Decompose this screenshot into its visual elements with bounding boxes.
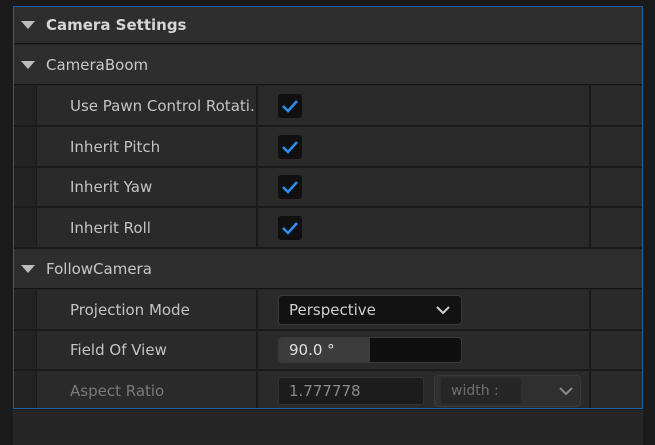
property-label: Inherit Roll: [70, 218, 151, 237]
section-title: FollowCamera: [46, 259, 152, 278]
property-row: Projection Mode Perspective: [14, 290, 642, 331]
inherit-pitch-checkbox[interactable]: [278, 134, 302, 159]
property-label: Field Of View: [70, 341, 167, 359]
use-pawn-control-rotation-checkbox[interactable]: [278, 93, 302, 118]
inherit-roll-checkbox[interactable]: [278, 215, 302, 240]
property-row: Use Pawn Control Rotati…: [14, 86, 642, 127]
checkmark-icon: [282, 99, 298, 113]
triangle-down-icon[interactable]: [21, 21, 35, 29]
checkmark-icon: [282, 221, 298, 235]
property-row: Inherit Yaw: [14, 168, 642, 208]
aspect-ratio-preset-dropdown[interactable]: width :: [434, 374, 581, 407]
dropdown-placeholder: width :: [441, 377, 521, 404]
property-row: Inherit Roll: [14, 208, 642, 249]
section-cameraboom[interactable]: CameraBoom: [14, 45, 642, 85]
field-of-view-value: 90.0 °: [289, 341, 335, 359]
chevron-down-icon: [436, 305, 450, 314]
details-panel: Camera Settings CameraBoom Use Pawn Cont…: [13, 6, 643, 409]
property-row: Inherit Pitch: [14, 127, 642, 168]
inherit-yaw-checkbox[interactable]: [278, 175, 302, 199]
property-label: Inherit Pitch: [70, 137, 161, 156]
chevron-down-icon: [559, 386, 573, 395]
field-of-view-slider[interactable]: 90.0 °: [278, 337, 462, 363]
property-label: Inherit Yaw: [70, 178, 153, 196]
category-camera-settings[interactable]: Camera Settings: [14, 7, 642, 44]
category-title: Camera Settings: [46, 16, 187, 34]
property-label: Use Pawn Control Rotati…: [70, 96, 258, 115]
checkmark-icon: [282, 140, 298, 154]
triangle-down-icon[interactable]: [21, 264, 35, 273]
section-title: CameraBoom: [46, 55, 149, 74]
checkmark-icon: [282, 181, 298, 194]
dropdown-value: Perspective: [289, 300, 376, 319]
property-row: Aspect Ratio 1.777778 width :: [14, 371, 642, 408]
empty-area: [13, 410, 643, 445]
triangle-down-icon[interactable]: [21, 60, 35, 69]
property-label: Aspect Ratio: [70, 381, 165, 400]
property-label: Projection Mode: [70, 300, 190, 319]
property-row: Field Of View 90.0 °: [14, 331, 642, 371]
aspect-ratio-value: 1.777778: [289, 381, 361, 400]
projection-mode-dropdown[interactable]: Perspective: [278, 294, 462, 325]
aspect-ratio-field[interactable]: 1.777778: [278, 376, 424, 405]
section-followcamera[interactable]: FollowCamera: [14, 249, 642, 289]
